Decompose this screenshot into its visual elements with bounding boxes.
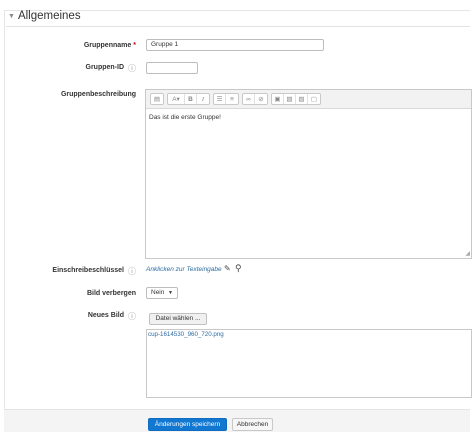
group-name-label: Gruppenname *	[4, 42, 136, 49]
text-style-icon[interactable]: A▾	[168, 94, 185, 104]
magnifier-icon[interactable]: ⚲	[235, 263, 242, 274]
description-editor[interactable]: ▤ A▾ B I ☰ ≡ ∞ ⊘ ▣ ▨ ▧ ▢ Das ist die ers…	[145, 89, 472, 259]
toolbar-group-media: ▣ ▨ ▧ ▢	[271, 93, 321, 105]
choose-file-button[interactable]: Datei wählen ...	[149, 313, 207, 325]
section-title: Allgemeines	[17, 10, 81, 22]
chevron-down-icon: ▼	[8, 12, 15, 20]
file-drop-area[interactable]: cup-1614530_960_720.png	[146, 329, 472, 398]
help-icon[interactable]: ⓘ	[128, 266, 136, 277]
pencil-icon[interactable]: ✎	[224, 264, 231, 273]
toolbar-group-lists: ☰ ≡	[213, 93, 239, 105]
resize-handle-icon[interactable]: ◢	[465, 251, 470, 257]
bold-icon[interactable]: B	[185, 94, 197, 104]
unordered-list-icon[interactable]: ☰	[214, 94, 226, 104]
new-picture-label: Neues Bild	[87, 312, 124, 319]
uploaded-file-name[interactable]: cup-1614530_960_720.png	[148, 331, 224, 338]
toolbar-group-para: ▤	[150, 93, 164, 105]
ordered-list-icon[interactable]: ≡	[226, 94, 238, 104]
enrolment-key-link[interactable]: Anklicken zur Texteingabe	[146, 266, 222, 273]
hide-picture-label: Bild verbergen	[86, 290, 136, 297]
image-icon[interactable]: ▨	[284, 94, 296, 104]
group-name-input[interactable]: Gruppe 1	[146, 39, 324, 51]
editor-content[interactable]: Das ist die erste Gruppe!	[149, 114, 221, 121]
description-label: Gruppenbeschreibung	[60, 91, 136, 98]
help-icon[interactable]: ⓘ	[128, 311, 136, 322]
paragraph-icon[interactable]: ▤	[151, 94, 163, 104]
editor-toolbar: ▤ A▾ B I ☰ ≡ ∞ ⊘ ▣ ▨ ▧ ▢	[146, 90, 471, 109]
manage-files-icon[interactable]: ▢	[308, 94, 320, 104]
link-icon[interactable]: ∞	[243, 94, 255, 104]
media-icon[interactable]: ▣	[272, 94, 284, 104]
enrolment-key-label: Einschreibeschlüssel	[52, 267, 124, 274]
italic-icon[interactable]: I	[197, 94, 209, 104]
help-icon[interactable]: ⓘ	[128, 63, 136, 74]
file-icon[interactable]: ▧	[296, 94, 308, 104]
group-id-label: Gruppen-ID	[85, 64, 125, 71]
unlink-icon[interactable]: ⊘	[255, 94, 267, 104]
hide-picture-select[interactable]: Nein ▼	[146, 287, 178, 299]
cancel-button[interactable]: Abbrechen	[232, 418, 273, 431]
hide-picture-value: Nein	[151, 289, 165, 296]
caret-down-icon: ▼	[168, 290, 173, 296]
section-header-general[interactable]: ▼ Allgemeines	[8, 10, 81, 22]
group-name-label-text: Gruppenname	[83, 42, 132, 49]
required-marker: *	[133, 42, 136, 49]
toolbar-group-style: A▾ B I	[167, 93, 210, 105]
toolbar-group-links: ∞ ⊘	[242, 93, 268, 105]
group-id-input[interactable]	[146, 62, 198, 74]
save-changes-button[interactable]: Änderungen speichern	[148, 418, 227, 431]
section-divider	[6, 26, 470, 27]
